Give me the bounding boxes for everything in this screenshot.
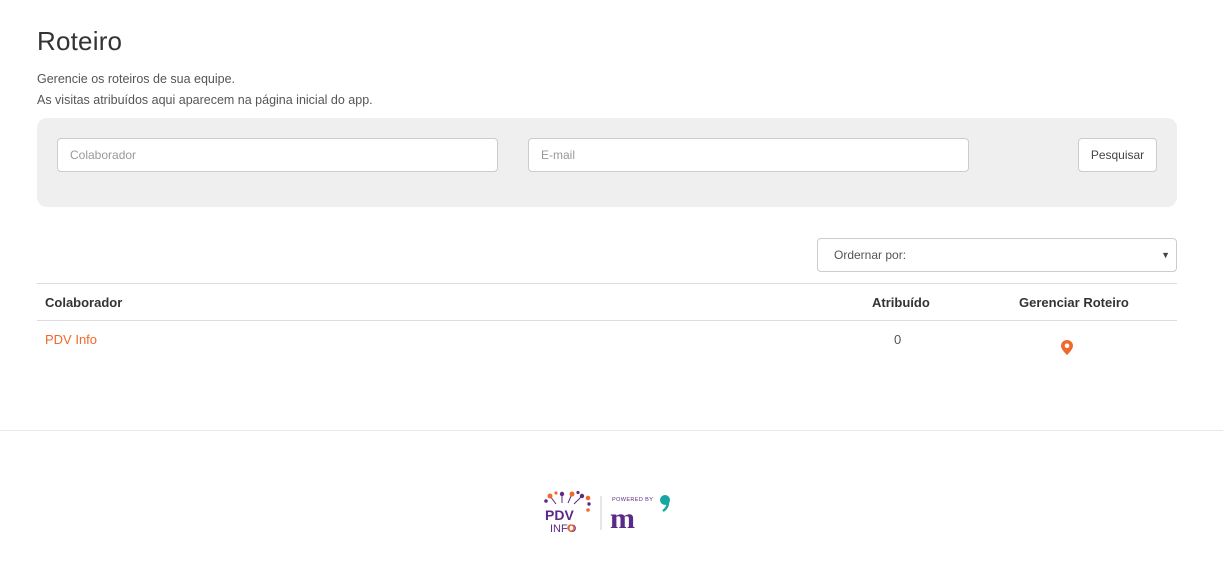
chevron-down-icon: ▼ (1161, 250, 1170, 260)
email-input[interactable] (528, 138, 969, 172)
header-collaborator: Colaborador (45, 295, 123, 310)
page: Roteiro Gerencie os roteiros de sua equi… (0, 0, 1223, 580)
description-line-1: Gerencie os roteiros de sua equipe. (37, 72, 236, 86)
header-assigned: Atribuído (872, 295, 930, 310)
collaborator-input[interactable] (57, 138, 498, 172)
assigned-count: 0 (894, 332, 902, 347)
table-row: PDV Info 0 (37, 321, 1177, 359)
collaborators-table: Colaborador Atribuído Gerenciar Roteiro … (37, 283, 1177, 359)
header-manage-route: Gerenciar Roteiro (1019, 295, 1129, 310)
pdv-info-logo-icon: PDV INFO (544, 490, 591, 535)
table-header: Colaborador Atribuído Gerenciar Roteiro (37, 283, 1177, 321)
collaborator-link[interactable]: PDV Info (45, 321, 97, 359)
pdv-logo-text: PDV (545, 507, 574, 523)
search-panel: Pesquisar (37, 118, 1177, 207)
powered-by-logo: POWERED BY m (610, 495, 670, 535)
map-pin-icon[interactable] (1061, 332, 1073, 370)
page-title: Roteiro (37, 26, 123, 56)
m-logo-text: m (610, 502, 635, 535)
footer-divider (0, 430, 1223, 431)
search-button[interactable]: Pesquisar (1078, 138, 1157, 172)
footer-logo: PDV INFO POWERED BY m (542, 490, 674, 536)
sort-select-label: Ordernar por: (834, 248, 907, 262)
page-description: Gerencie os roteiros de sua equipe. As v… (37, 69, 373, 111)
description-line-2: As visitas atribuídos aqui aparecem na p… (37, 93, 373, 107)
sort-select[interactable]: Ordernar por: ▼ (817, 238, 1177, 272)
